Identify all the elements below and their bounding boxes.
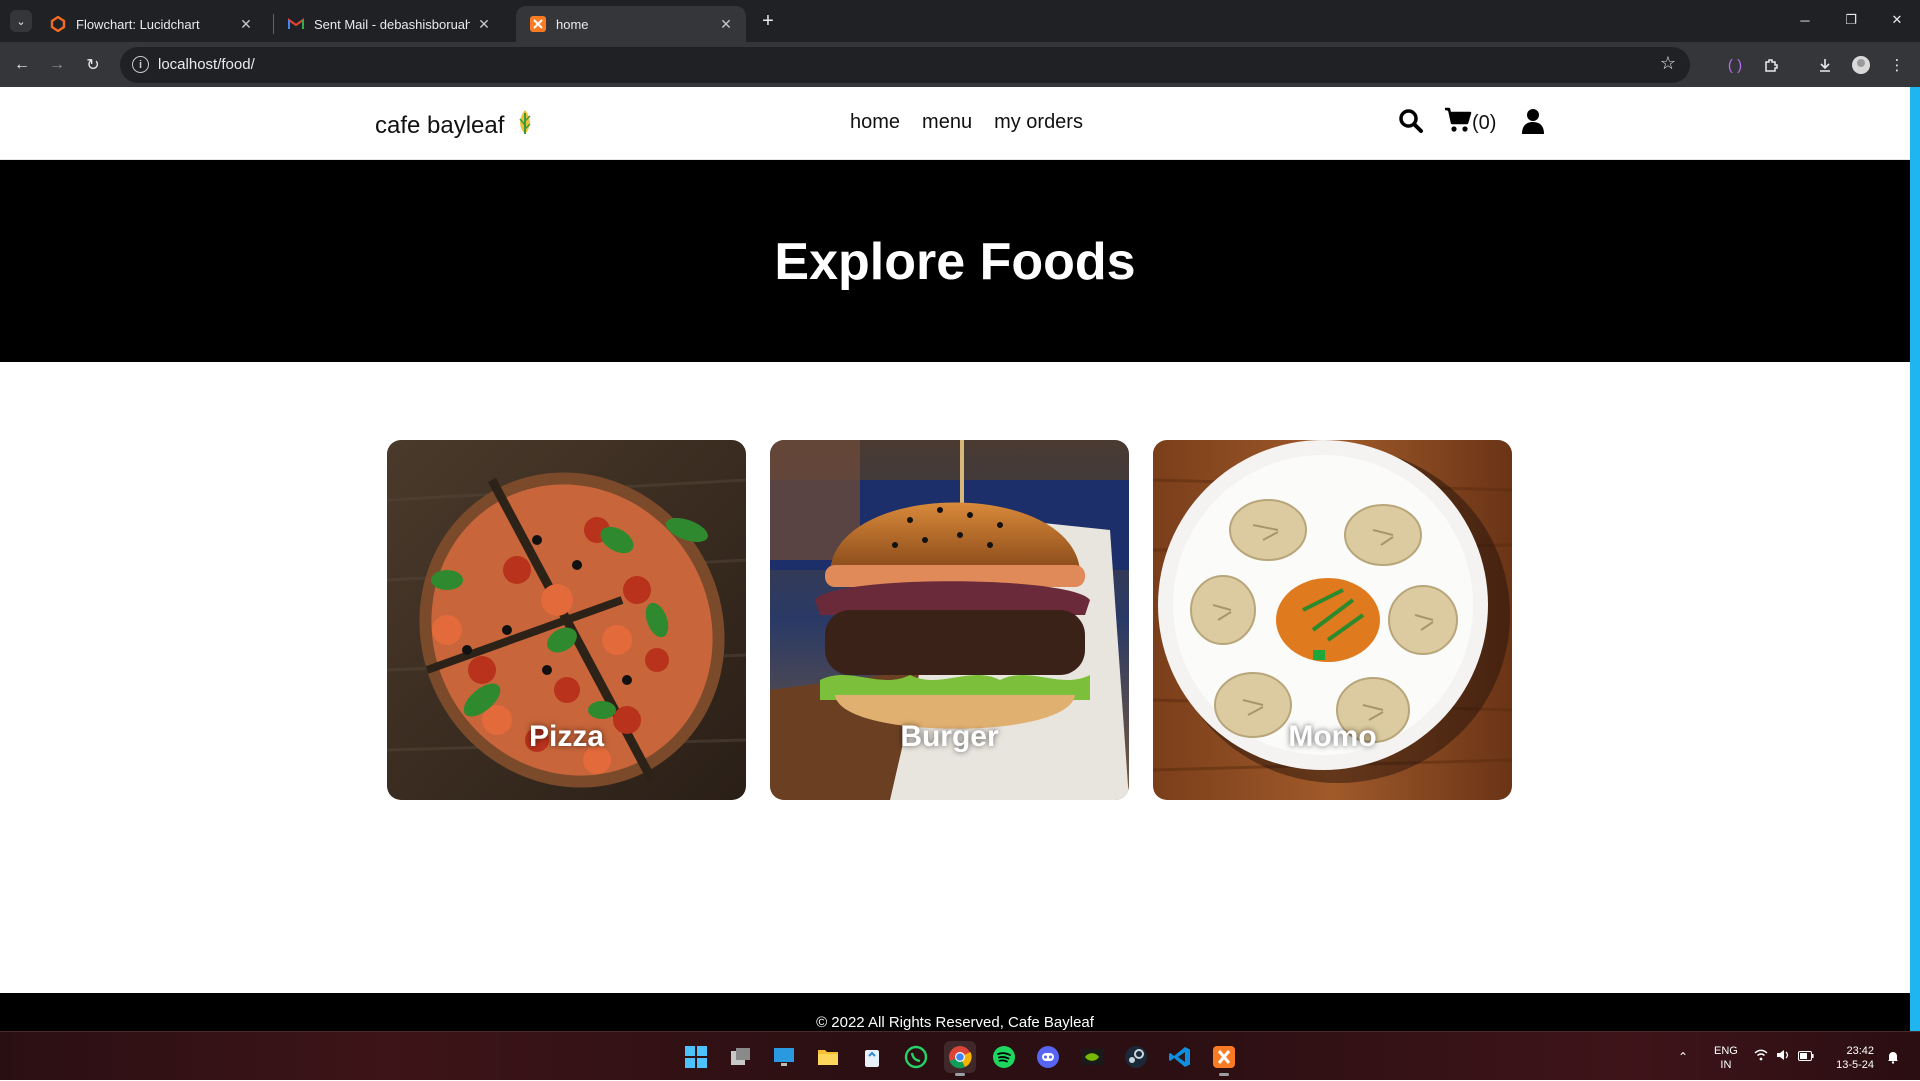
clock-time: 23:42 xyxy=(1846,1045,1874,1057)
chrome-menu-icon[interactable]: ⋮ xyxy=(1884,52,1910,78)
address-bar[interactable]: i localhost/food/ ☆ xyxy=(120,47,1690,83)
cart-button[interactable]: (0) xyxy=(1444,107,1496,139)
category-cards: Pizza Burger Momo xyxy=(387,440,1512,800)
category-label: Momo xyxy=(1288,720,1377,753)
user-icon[interactable] xyxy=(1522,108,1545,139)
tab-home[interactable]: home ✕ xyxy=(516,6,746,42)
system-tray[interactable] xyxy=(1754,1032,1814,1081)
lang-region: IN xyxy=(1720,1059,1732,1071)
gmail-icon xyxy=(288,16,304,32)
tab-search-chevron-icon[interactable]: ⌄ xyxy=(10,10,32,32)
restore-icon[interactable]: ❐ xyxy=(1828,0,1874,40)
download-icon[interactable] xyxy=(1812,52,1838,78)
minimize-icon[interactable]: ─ xyxy=(1782,0,1828,40)
windows-taskbar: ⌃ ENG IN 23:42 13-5-24 xyxy=(0,1031,1920,1080)
close-window-icon[interactable]: ✕ xyxy=(1874,0,1920,40)
xampp-icon xyxy=(530,16,546,32)
url-text[interactable]: localhost/food/ xyxy=(158,56,255,73)
cart-icon xyxy=(1444,107,1472,139)
desktop-icon[interactable] xyxy=(768,1041,800,1073)
clock[interactable]: 23:42 13-5-24 xyxy=(1830,1044,1874,1072)
category-label: Burger xyxy=(900,720,999,753)
site-info-icon[interactable]: i xyxy=(132,56,149,73)
file-explorer-icon[interactable] xyxy=(812,1041,844,1073)
steam-icon[interactable] xyxy=(1120,1041,1152,1073)
leaf-icon xyxy=(516,109,534,142)
extensions-puzzle-icon[interactable] xyxy=(1758,52,1784,78)
reload-icon[interactable]: ↻ xyxy=(80,52,106,78)
main-nav: home menu my orders xyxy=(850,111,1083,134)
site-footer: © 2022 All Rights Reserved, Cafe Bayleaf xyxy=(0,993,1910,1031)
xampp-icon[interactable] xyxy=(1208,1041,1240,1076)
browser-tab-bar: ⌄ Flowchart: Lucidchart ✕ Sent Mail - de… xyxy=(0,0,1920,42)
spotify-icon[interactable] xyxy=(988,1041,1020,1073)
brand-name: cafe bayleaf xyxy=(375,111,505,139)
lang-code: ENG xyxy=(1714,1045,1738,1057)
recycle-bin-icon[interactable] xyxy=(856,1041,888,1073)
nav-menu[interactable]: menu xyxy=(922,111,972,134)
discord-icon[interactable] xyxy=(1032,1041,1064,1073)
hero-banner: Explore Foods xyxy=(0,160,1910,362)
nav-my-orders[interactable]: my orders xyxy=(994,111,1083,134)
browser-toolbar: ← → ↻ i localhost/food/ ☆ ( ) ⋮ xyxy=(0,42,1920,87)
search-icon[interactable] xyxy=(1398,108,1424,139)
nvidia-icon[interactable] xyxy=(1076,1041,1108,1073)
close-icon[interactable]: ✕ xyxy=(476,16,492,32)
whatsapp-icon[interactable] xyxy=(900,1041,932,1073)
vscode-icon[interactable] xyxy=(1164,1041,1196,1073)
lucidchart-icon xyxy=(50,16,66,32)
tab-gmail[interactable]: Sent Mail - debashisboruah50@ ✕ xyxy=(274,6,504,42)
header-actions: (0) xyxy=(1398,107,1545,139)
site-header: cafe bayleaf home menu my orders (0) xyxy=(0,87,1910,160)
extension-brackets-icon[interactable]: ( ) xyxy=(1722,52,1748,78)
notification-icon[interactable] xyxy=(1886,1032,1900,1081)
tab-title: Sent Mail - debashisboruah50@ xyxy=(314,16,470,32)
web-page: cafe bayleaf home menu my orders (0) Exp… xyxy=(0,87,1910,1031)
category-card-pizza[interactable]: Pizza xyxy=(387,440,746,800)
close-icon[interactable]: ✕ xyxy=(238,16,254,32)
page-title: Explore Foods xyxy=(774,233,1136,291)
tab-lucidchart[interactable]: Flowchart: Lucidchart ✕ xyxy=(36,6,266,42)
task-view-icon[interactable] xyxy=(725,1041,757,1073)
battery-icon xyxy=(1798,1050,1814,1064)
wifi-icon xyxy=(1754,1049,1768,1064)
profile-avatar-icon[interactable] xyxy=(1848,52,1874,78)
show-hidden-icons-icon[interactable]: ⌃ xyxy=(1678,1032,1688,1081)
copyright-text: © 2022 All Rights Reserved, Cafe Bayleaf xyxy=(816,1014,1094,1031)
back-arrow-icon[interactable]: ← xyxy=(9,52,35,78)
new-tab-button[interactable]: + xyxy=(756,9,780,33)
forward-arrow-icon[interactable]: → xyxy=(44,52,70,78)
language-indicator[interactable]: ENG IN xyxy=(1714,1044,1738,1072)
chrome-icon[interactable] xyxy=(944,1041,976,1076)
bookmark-star-icon[interactable]: ☆ xyxy=(1660,53,1676,74)
scrollbar-accent xyxy=(1910,87,1920,1031)
category-card-momo[interactable]: Momo xyxy=(1153,440,1512,800)
tab-title: home xyxy=(556,16,589,32)
cart-count: (0) xyxy=(1472,111,1497,134)
start-icon[interactable] xyxy=(680,1041,712,1073)
close-icon[interactable]: ✕ xyxy=(718,16,734,32)
nav-home[interactable]: home xyxy=(850,111,900,134)
category-card-burger[interactable]: Burger xyxy=(770,440,1129,800)
brand-logo[interactable]: cafe bayleaf xyxy=(375,109,534,142)
clock-date: 13-5-24 xyxy=(1836,1059,1874,1071)
category-label: Pizza xyxy=(528,720,605,753)
tab-title: Flowchart: Lucidchart xyxy=(76,16,200,32)
volume-icon xyxy=(1776,1049,1790,1064)
